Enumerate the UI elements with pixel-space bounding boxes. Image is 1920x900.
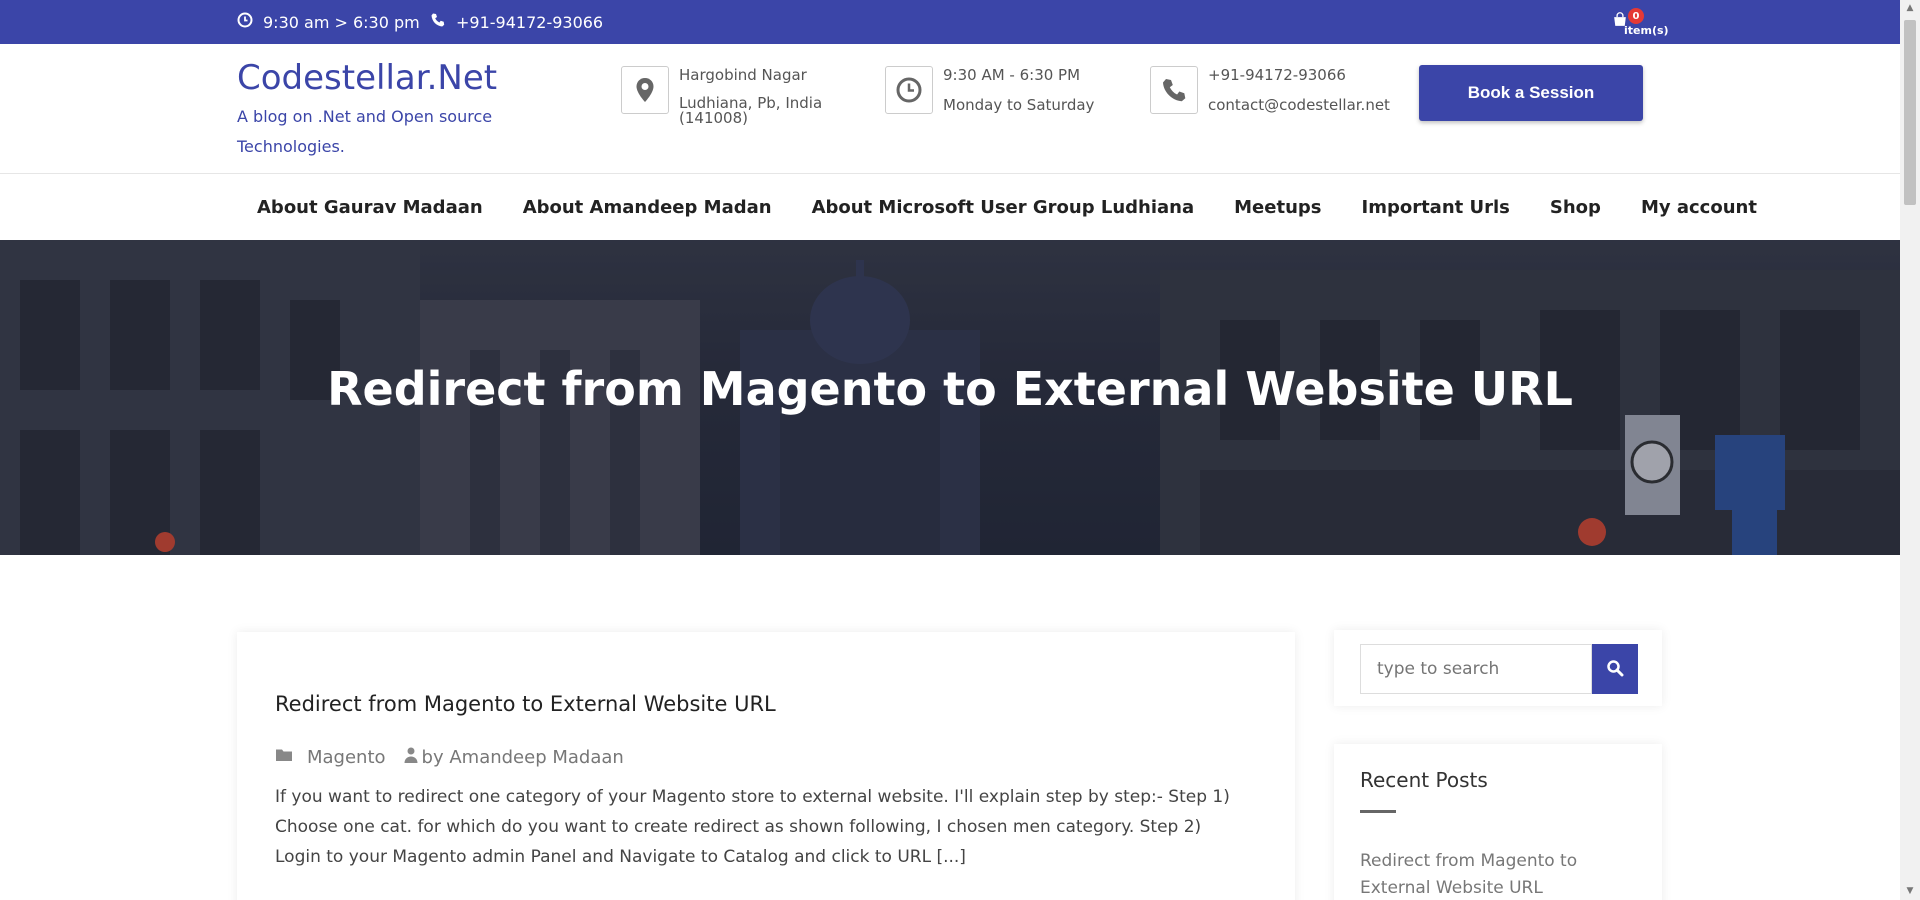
site-logo[interactable]: Codestellar.Net: [237, 58, 497, 98]
recent-post-link[interactable]: Redirect from Magento to External Websit…: [1360, 848, 1630, 900]
phone-icon: [1150, 66, 1198, 114]
search-input[interactable]: [1360, 644, 1592, 694]
address-line-1: Hargobind Nagar: [679, 66, 807, 84]
contact-info: +91-94172-93066 contact@codestellar.net: [1150, 66, 1390, 126]
cart-count-badge: 0: [1628, 8, 1644, 24]
contact-email[interactable]: contact@codestellar.net: [1208, 96, 1390, 114]
top-bar-phone-text[interactable]: +91-94172-93066: [456, 13, 603, 32]
hero-banner: Redirect from Magento to External Websit…: [0, 240, 1900, 555]
phone-icon: [430, 12, 446, 32]
post-card: Redirect from Magento to External Websit…: [237, 632, 1295, 900]
site-header: Codestellar.Net A blog on .Net and Open …: [0, 44, 1900, 174]
recent-posts-title: Recent Posts: [1360, 768, 1488, 792]
recent-posts-widget: Recent Posts Redirect from Magento to Ex…: [1334, 744, 1662, 900]
scrollbar-thumb[interactable]: [1904, 20, 1916, 205]
cart-button[interactable]: 0 item(s): [1612, 8, 1672, 40]
top-bar-phone: +91-94172-93066: [430, 12, 603, 32]
nav-item-meetups[interactable]: Meetups: [1214, 197, 1341, 218]
user-icon: [402, 746, 420, 769]
post-meta: Magento by Amandeep Madaan: [275, 746, 624, 769]
search-widget: [1334, 630, 1662, 706]
folder-icon: [275, 746, 293, 769]
nav-item-about-msug[interactable]: About Microsoft User Group Ludhiana: [792, 197, 1215, 218]
page-scrollbar[interactable]: ▲ ▼: [1900, 0, 1920, 900]
page: 9:30 am > 6:30 pm +91-94172-93066 0 item…: [0, 0, 1900, 900]
main-nav: About Gaurav Madaan About Amandeep Madan…: [0, 174, 1900, 240]
site-tagline: A blog on .Net and Open source Technolog…: [237, 107, 493, 156]
top-bar: 9:30 am > 6:30 pm +91-94172-93066 0 item…: [0, 0, 1900, 44]
post-author[interactable]: by Amandeep Madaan: [422, 747, 624, 768]
hours-line-1: 9:30 AM - 6:30 PM: [943, 66, 1081, 84]
map-marker-icon: [621, 66, 669, 114]
clock-icon: [885, 66, 933, 114]
address-info: Hargobind Nagar Ludhiana, Pb, India (141…: [621, 66, 829, 126]
nav-item-shop[interactable]: Shop: [1530, 197, 1621, 218]
contact-phone[interactable]: +91-94172-93066: [1208, 66, 1390, 84]
cart-items-label: item(s): [1624, 24, 1669, 37]
hero-title: Redirect from Magento to External Websit…: [327, 362, 1573, 416]
search-icon: [1606, 659, 1624, 680]
address-line-2: Ludhiana, Pb, India (141008): [679, 94, 823, 127]
scroll-up-arrow-icon[interactable]: ▲: [1900, 0, 1920, 17]
recent-posts-divider: [1360, 810, 1396, 813]
scroll-down-arrow-icon[interactable]: ▼: [1900, 883, 1920, 900]
hours-line-2: Monday to Saturday: [943, 96, 1095, 114]
nav-item-my-account[interactable]: My account: [1621, 197, 1777, 218]
nav-item-important-urls[interactable]: Important Urls: [1342, 197, 1530, 218]
post-category[interactable]: Magento: [307, 747, 386, 768]
nav-item-about-amandeep[interactable]: About Amandeep Madan: [503, 197, 792, 218]
hours-info: 9:30 AM - 6:30 PM Monday to Saturday: [885, 66, 1094, 126]
top-bar-hours: 9:30 am > 6:30 pm: [237, 12, 420, 32]
post-excerpt: If you want to redirect one category of …: [275, 787, 1230, 867]
nav-item-about-gaurav[interactable]: About Gaurav Madaan: [237, 197, 503, 218]
clock-icon: [237, 12, 253, 32]
book-session-button[interactable]: Book a Session: [1419, 65, 1643, 121]
top-bar-hours-text: 9:30 am > 6:30 pm: [263, 12, 420, 32]
search-button[interactable]: [1592, 644, 1638, 694]
post-title[interactable]: Redirect from Magento to External Websit…: [275, 692, 776, 716]
